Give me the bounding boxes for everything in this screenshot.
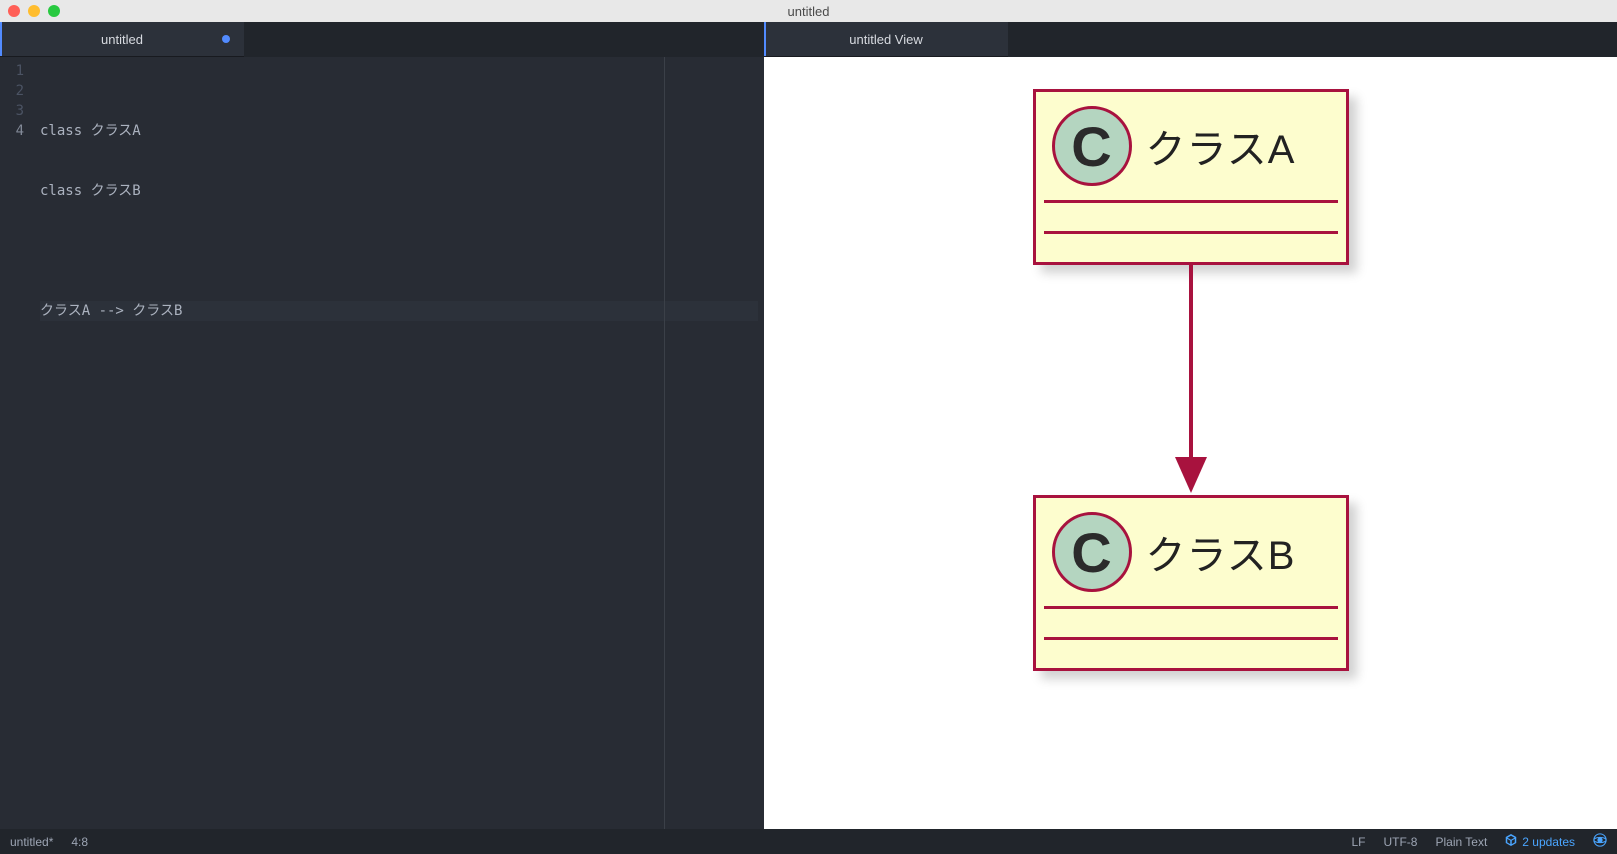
wrap-guide — [664, 57, 665, 829]
unsaved-indicator-icon — [222, 35, 230, 43]
line-number: 2 — [0, 81, 34, 101]
class-name: クラスA — [1146, 117, 1296, 175]
tabbar-row: untitled untitled View — [0, 22, 1617, 57]
uml-attributes-slot — [1036, 609, 1346, 637]
zoom-window-button[interactable] — [48, 5, 60, 17]
line-number: 4 — [0, 121, 34, 141]
app-icon — [1593, 833, 1607, 850]
class-badge-icon: C — [1052, 106, 1132, 186]
code-line: class クラスB — [40, 181, 758, 201]
status-cursor-pos[interactable]: 4:8 — [71, 835, 88, 849]
arrow-icon — [1161, 265, 1221, 495]
preview-pane: C クラスA C クラスB — [764, 57, 1617, 829]
status-updates-text: 2 updates — [1522, 835, 1575, 849]
tab-editor-untitled[interactable]: untitled — [0, 22, 244, 57]
status-file-name[interactable]: untitled* — [10, 835, 53, 849]
uml-dependency-arrow — [1021, 265, 1361, 495]
uml-diagram: C クラスA C クラスB — [1021, 89, 1361, 671]
code-line: class クラスA — [40, 121, 758, 141]
tab-preview-untitled-view[interactable]: untitled View — [764, 22, 1008, 57]
uml-class-header: C クラスA — [1036, 92, 1346, 200]
line-number-gutter: 1 2 3 4 — [0, 57, 34, 829]
status-line-ending[interactable]: LF — [1351, 835, 1365, 849]
window-titlebar: untitled — [0, 0, 1617, 22]
status-encoding[interactable]: UTF-8 — [1383, 835, 1417, 849]
code-line — [40, 241, 758, 261]
minimize-window-button[interactable] — [28, 5, 40, 17]
class-badge-icon: C — [1052, 512, 1132, 592]
uml-class-header: C クラスB — [1036, 498, 1346, 606]
status-bar: untitled* 4:8 LF UTF-8 Plain Text 2 upda… — [0, 829, 1617, 854]
code-line: クラスA --> クラスB — [40, 301, 758, 321]
code-area[interactable]: class クラスA class クラスB クラスA --> クラスB — [34, 57, 764, 829]
uml-methods-slot — [1036, 640, 1346, 668]
editor-tabbar: untitled — [0, 22, 764, 57]
close-window-button[interactable] — [8, 5, 20, 17]
line-number: 1 — [0, 61, 34, 81]
uml-attributes-slot — [1036, 203, 1346, 231]
line-number: 3 — [0, 101, 34, 121]
status-grammar[interactable]: Plain Text — [1435, 835, 1487, 849]
uml-methods-slot — [1036, 234, 1346, 262]
class-name: クラスB — [1146, 523, 1296, 581]
traffic-lights — [0, 5, 60, 17]
editor-pane: 1 2 3 4 class クラスA class クラスB クラスA --> ク… — [0, 57, 764, 829]
tab-label: untitled View — [849, 32, 922, 47]
tab-label: untitled — [101, 32, 143, 47]
uml-class-a: C クラスA — [1033, 89, 1349, 265]
preview-tabbar: untitled View — [764, 22, 1617, 57]
uml-class-b: C クラスB — [1033, 495, 1349, 671]
status-app-icon[interactable] — [1593, 833, 1607, 850]
package-updates-icon — [1505, 834, 1517, 849]
window-title: untitled — [0, 4, 1617, 19]
status-updates[interactable]: 2 updates — [1505, 834, 1575, 849]
main-split: 1 2 3 4 class クラスA class クラスB クラスA --> ク… — [0, 57, 1617, 829]
